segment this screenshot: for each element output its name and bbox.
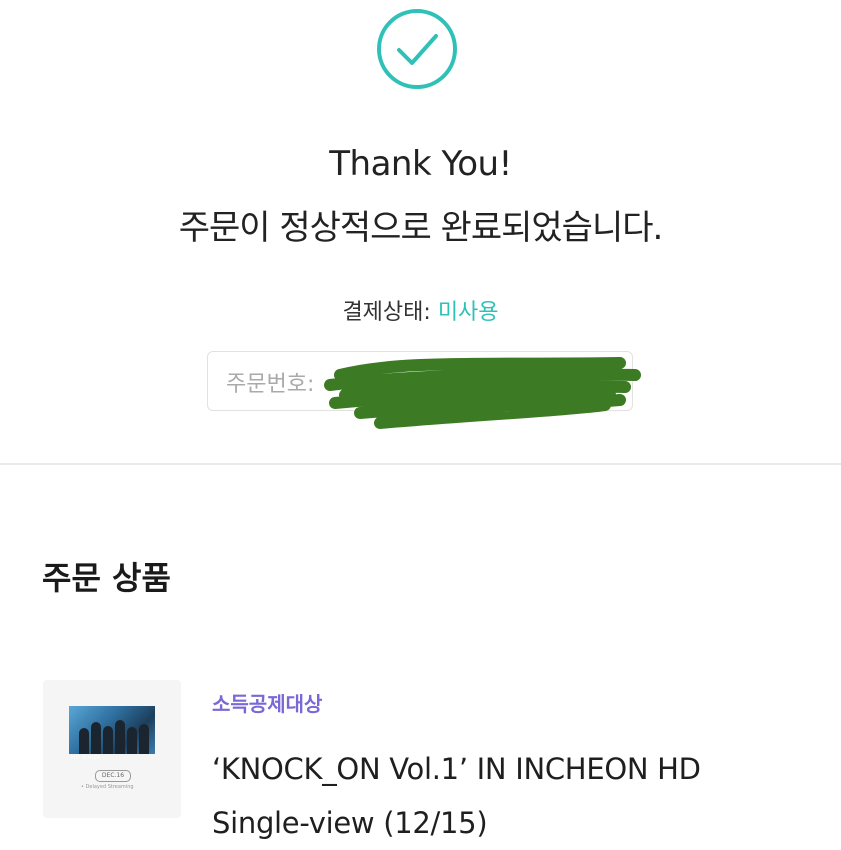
section-divider: [0, 463, 841, 465]
product-thumbnail[interactable]: HD Single DEC.16 • Delayed Streaming: [43, 680, 181, 818]
product-photo: [69, 706, 155, 754]
product-name[interactable]: ‘KNOCK_ON Vol.1’ IN INCHEON HD Single-vi…: [212, 742, 802, 850]
payment-status: 결제상태: 미사용: [0, 294, 841, 326]
order-complete-message: 주문이 정상적으로 완료되었습니다.: [178, 208, 664, 248]
thumbnail-date-tag: DEC.16: [95, 770, 131, 782]
payment-status-label: 결제상태:: [342, 300, 431, 325]
ordered-items-title: 주문 상품: [42, 559, 171, 597]
thumbnail-subtext: • Delayed Streaming: [81, 784, 134, 790]
thank-you-heading: Thank You!: [329, 144, 512, 184]
order-number-label: 주문번호:: [226, 372, 315, 397]
redaction-scribble: [324, 357, 641, 429]
payment-status-value: 미사용: [437, 300, 499, 325]
thumbnail-hd-label: HD Single: [71, 754, 101, 761]
check-circle-icon: [377, 9, 457, 89]
tax-deduction-badge: 소득공제대상: [212, 692, 323, 716]
